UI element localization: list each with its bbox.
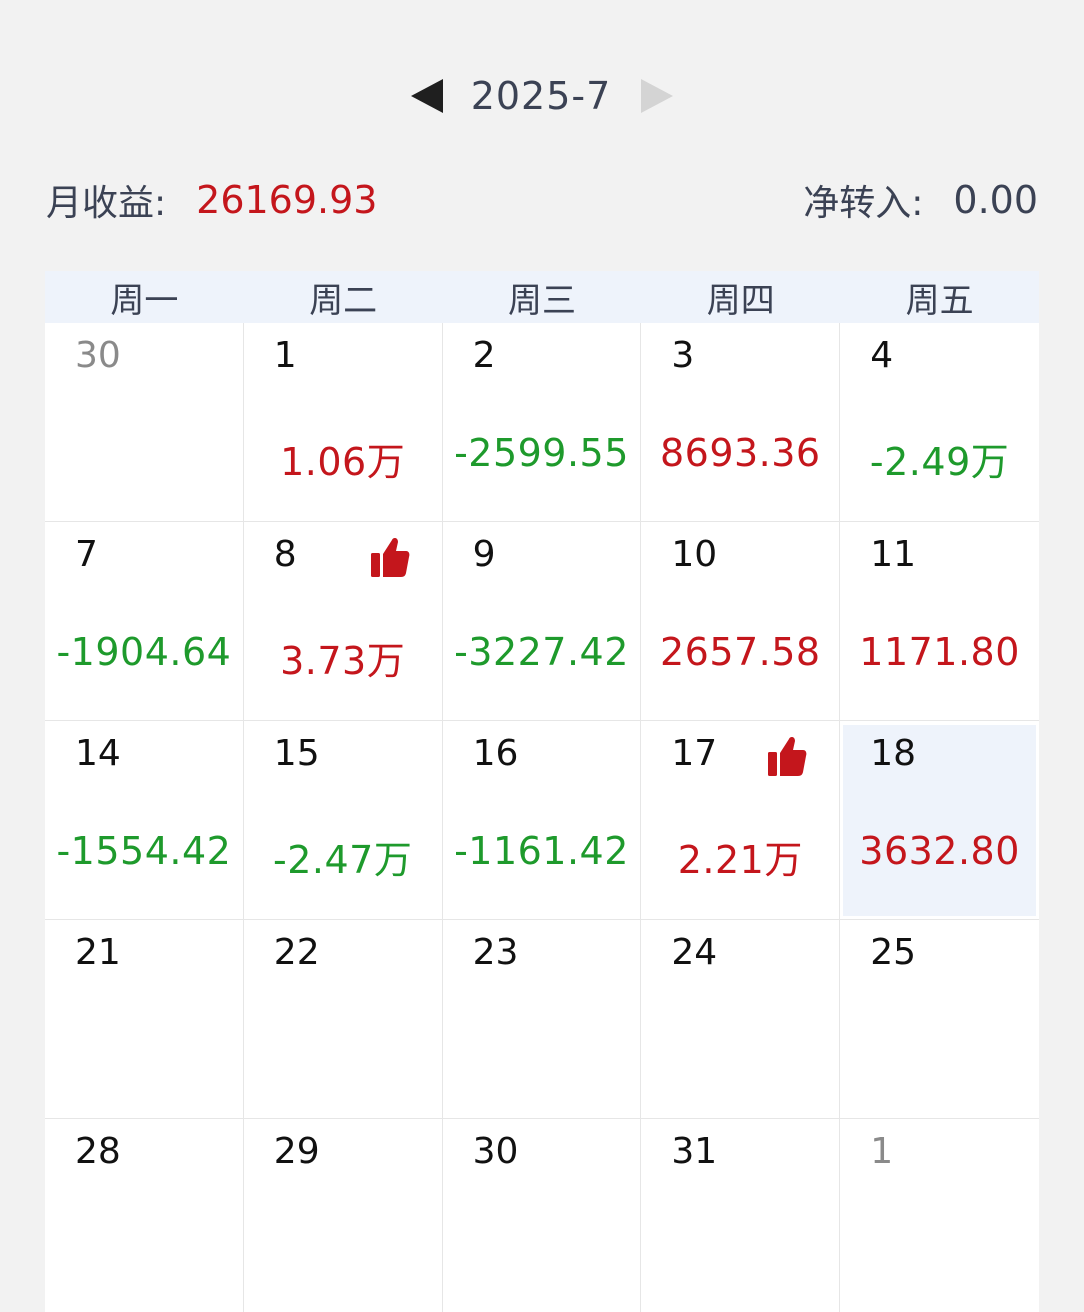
thumbs-up-icon xyxy=(370,536,410,578)
day-number: 16 xyxy=(472,733,519,774)
day-cell[interactable]: 16 -1161.42 xyxy=(442,721,642,920)
daily-pnl: 2657.58 xyxy=(659,630,821,674)
day-number: 1 xyxy=(273,335,297,376)
day-cell[interactable]: 30 xyxy=(45,323,244,522)
daily-pnl: -1161.42 xyxy=(454,829,629,873)
day-number: 14 xyxy=(75,733,121,774)
day-number: 17 xyxy=(671,733,718,774)
month-label[interactable]: 2025-7 xyxy=(471,74,612,118)
day-cell[interactable]: 11 1171.80 xyxy=(840,522,1039,721)
day-number: 8 xyxy=(273,534,297,575)
day-cell[interactable]: 1 xyxy=(840,1119,1039,1312)
day-number: 3 xyxy=(671,335,695,376)
daily-pnl: -1904.64 xyxy=(56,630,232,674)
daily-pnl: -2.47万 xyxy=(273,838,413,882)
day-number: 31 xyxy=(671,1131,718,1172)
day-cell[interactable]: 8 3.73万 xyxy=(243,522,443,721)
day-cell[interactable]: 24 xyxy=(641,920,841,1119)
day-number: 24 xyxy=(671,932,718,973)
daily-pnl: -1554.42 xyxy=(56,829,232,873)
day-cell[interactable]: 28 xyxy=(45,1119,244,1312)
day-number: 15 xyxy=(273,733,320,774)
day-cell[interactable]: 10 2657.58 xyxy=(641,522,841,721)
day-cell[interactable]: 3 8693.36 xyxy=(641,323,841,522)
day-cell[interactable]: 23 xyxy=(442,920,642,1119)
day-number: 9 xyxy=(472,534,496,575)
monthly-profit-value: 26169.93 xyxy=(196,178,378,222)
day-cell[interactable]: 30 xyxy=(442,1119,642,1312)
day-cell[interactable]: 29 xyxy=(243,1119,443,1312)
net-transfer-in: 净转入: 0.00 xyxy=(803,174,1038,226)
daily-pnl: -2.49万 xyxy=(869,440,1010,484)
day-number: 30 xyxy=(472,1131,519,1172)
day-cell[interactable]: 17 2.21万 xyxy=(641,721,841,920)
day-number: 23 xyxy=(472,932,519,973)
day-cell[interactable]: 7 -1904.64 xyxy=(45,522,244,721)
day-cell[interactable]: 18 3632.80 xyxy=(840,721,1039,920)
weekday-header: 周一 周二 周三 周四 周五 xyxy=(45,271,1039,323)
daily-pnl: 1.06万 xyxy=(280,440,406,484)
day-number: 1 xyxy=(870,1131,894,1172)
net-transfer-in-label: 净转入: xyxy=(803,183,924,224)
day-cell[interactable]: 15 -2.47万 xyxy=(243,721,443,920)
day-number: 2 xyxy=(472,335,496,376)
day-grid: 30 1 1.06万 2 -2599.55 3 8693.36 4 -2.49万 7 -1904.6… xyxy=(45,323,1039,1312)
day-number: 18 xyxy=(870,733,916,774)
daily-pnl: 2.21万 xyxy=(677,838,803,882)
day-cell[interactable]: 21 xyxy=(45,920,244,1119)
day-cell[interactable]: 4 -2.49万 xyxy=(840,323,1039,522)
day-number: 30 xyxy=(75,335,121,376)
day-number: 4 xyxy=(870,335,894,376)
weekday-wed: 周三 xyxy=(507,280,576,321)
month-navigator: 2025-7 xyxy=(0,62,1084,130)
pnl-calendar: 周一 周二 周三 周四 周五 30 1 1.06万 2 -2599.55 3 8693.36… xyxy=(45,271,1039,1312)
daily-pnl: -2599.55 xyxy=(454,431,629,475)
triangle-right-icon[interactable] xyxy=(641,79,674,113)
day-number: 10 xyxy=(671,534,718,575)
day-cell[interactable]: 9 -3227.42 xyxy=(442,522,642,721)
day-cell[interactable]: 14 -1554.42 xyxy=(45,721,244,920)
day-number: 21 xyxy=(75,932,121,973)
daily-pnl: 3.73万 xyxy=(280,639,406,683)
day-cell[interactable]: 2 -2599.55 xyxy=(442,323,642,522)
daily-pnl: -3227.42 xyxy=(454,630,629,674)
day-number: 11 xyxy=(870,534,916,575)
monthly-profit-label: 月收益: xyxy=(46,183,167,224)
day-number: 28 xyxy=(75,1131,121,1172)
day-cell[interactable]: 31 xyxy=(641,1119,841,1312)
day-number: 22 xyxy=(273,932,320,973)
daily-pnl: 8693.36 xyxy=(659,431,821,475)
weekday-tue: 周二 xyxy=(309,280,378,321)
day-cell[interactable]: 1 1.06万 xyxy=(243,323,443,522)
day-cell[interactable]: 22 xyxy=(243,920,443,1119)
day-number: 29 xyxy=(273,1131,320,1172)
weekday-fri: 周五 xyxy=(905,280,974,321)
thumbs-up-icon xyxy=(767,735,807,777)
monthly-summary: 月收益: 26169.93 净转入: 0.00 xyxy=(46,172,1038,228)
daily-pnl: 1171.80 xyxy=(859,630,1020,674)
monthly-profit: 月收益: 26169.93 xyxy=(46,174,377,226)
day-cell[interactable]: 25 xyxy=(840,920,1039,1119)
day-number: 7 xyxy=(75,534,98,575)
daily-pnl: 3632.80 xyxy=(859,829,1020,873)
net-transfer-in-value: 0.00 xyxy=(953,178,1038,222)
weekday-thu: 周四 xyxy=(706,280,775,321)
day-number: 25 xyxy=(870,932,916,973)
weekday-mon: 周一 xyxy=(110,280,179,321)
triangle-left-icon[interactable] xyxy=(410,79,443,113)
